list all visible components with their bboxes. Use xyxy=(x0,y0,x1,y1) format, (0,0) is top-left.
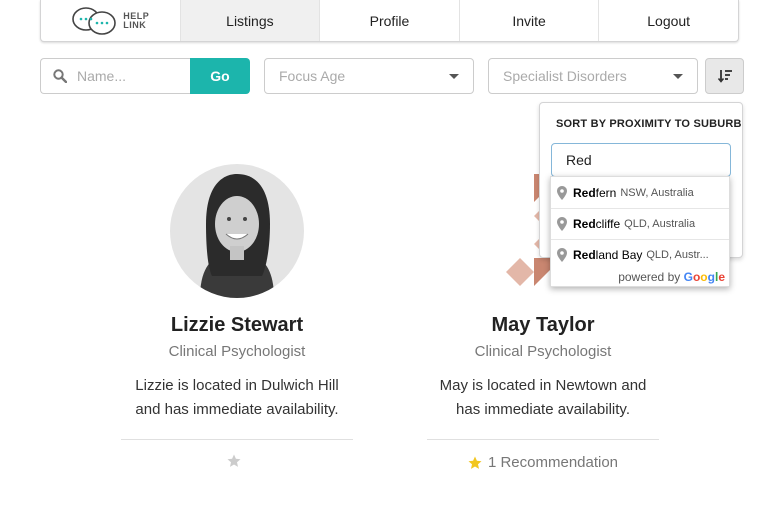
listing-name[interactable]: Lizzie Stewart xyxy=(121,314,353,337)
logo-text: HELP LINK xyxy=(123,11,149,30)
recommendation-row[interactable]: 1 Recommendation xyxy=(427,454,659,471)
profile-photo xyxy=(170,164,304,298)
listing-name[interactable]: May Taylor xyxy=(427,314,659,337)
suggestion-main: Redfern xyxy=(573,186,616,200)
powered-by-text: powered by xyxy=(618,270,681,284)
suggestion-secondary: QLD, Austr... xyxy=(646,249,709,261)
helplink-logo[interactable]: HELP LINK xyxy=(41,0,180,41)
card-divider xyxy=(427,439,659,440)
suburb-autocomplete: Redfern NSW, Australia Redcliffe QLD, Au… xyxy=(550,176,730,287)
powered-by-google: powered by Google xyxy=(551,270,729,287)
suggestion-item[interactable]: Redfern NSW, Australia xyxy=(551,177,729,208)
suggestion-rest: fern xyxy=(595,185,617,200)
name-search-input[interactable] xyxy=(77,68,177,84)
suggestion-match: Red xyxy=(573,248,596,262)
listing-card[interactable]: Lizzie Stewart Clinical Psychologist Liz… xyxy=(121,164,353,468)
chevron-down-icon xyxy=(449,74,459,79)
map-pin-icon xyxy=(557,248,567,262)
suggestion-item[interactable]: Redland Bay QLD, Austr... xyxy=(551,239,729,270)
listing-role: Clinical Psychologist xyxy=(168,343,306,360)
suggestion-match: Red xyxy=(573,185,596,200)
nav-logout[interactable]: Logout xyxy=(598,0,738,41)
chat-bubbles-icon xyxy=(72,6,117,35)
google-letter: G xyxy=(683,270,693,284)
nav-listings[interactable]: Listings xyxy=(179,0,320,41)
card-divider xyxy=(121,439,353,440)
specialist-disorders-select[interactable]: Specialist Disorders xyxy=(488,58,698,94)
sort-popup-title: SORT BY PROXIMITY TO SUBURB xyxy=(556,118,742,130)
google-letter: g xyxy=(707,270,715,284)
sort-button[interactable] xyxy=(705,58,744,94)
google-letter: o xyxy=(700,270,708,284)
suggestion-match: Red xyxy=(573,217,596,231)
map-pin-icon xyxy=(557,185,567,200)
go-button[interactable]: Go xyxy=(190,58,250,94)
listing-description: May is located in Newtown and has immedi… xyxy=(439,377,647,418)
chevron-down-icon xyxy=(673,74,683,79)
suggestion-main: Redcliffe xyxy=(573,217,620,231)
suburb-input[interactable]: Red xyxy=(551,143,731,177)
focus-age-placeholder: Focus Age xyxy=(279,68,346,84)
avatar xyxy=(170,164,304,298)
recommendation-row[interactable] xyxy=(121,454,353,468)
logo-text-bottom: LINK xyxy=(123,19,147,30)
suggestion-rest: cliffe xyxy=(595,217,621,231)
google-letter: e xyxy=(718,270,725,284)
name-search: Go xyxy=(40,58,250,94)
search-box xyxy=(40,58,190,94)
google-logo: Google xyxy=(684,270,725,284)
suggestion-main: Redland Bay xyxy=(573,248,642,262)
sort-icon xyxy=(717,70,732,83)
focus-age-select[interactable]: Focus Age xyxy=(264,58,474,94)
nav-profile[interactable]: Profile xyxy=(319,0,459,41)
suggestion-secondary: QLD, Australia xyxy=(624,218,696,230)
listing-role: Clinical Psychologist xyxy=(474,343,612,360)
search-icon xyxy=(53,69,67,83)
listing-description: Lizzie is located in Dulwich Hill and ha… xyxy=(135,377,339,418)
recommendation-count: 1 Recommendation xyxy=(487,454,619,471)
star-icon xyxy=(227,454,241,467)
star-icon xyxy=(468,456,482,469)
disorders-placeholder: Specialist Disorders xyxy=(503,68,627,84)
nav-invite[interactable]: Invite xyxy=(458,0,599,41)
map-pin-icon xyxy=(557,217,567,231)
suggestion-item[interactable]: Redcliffe QLD, Australia xyxy=(551,208,729,239)
suggestion-rest: land Bay xyxy=(595,248,643,262)
suggestion-secondary: NSW, Australia xyxy=(620,186,694,199)
top-nav: HELP LINK Listings Profile Invite Logout xyxy=(40,0,739,42)
